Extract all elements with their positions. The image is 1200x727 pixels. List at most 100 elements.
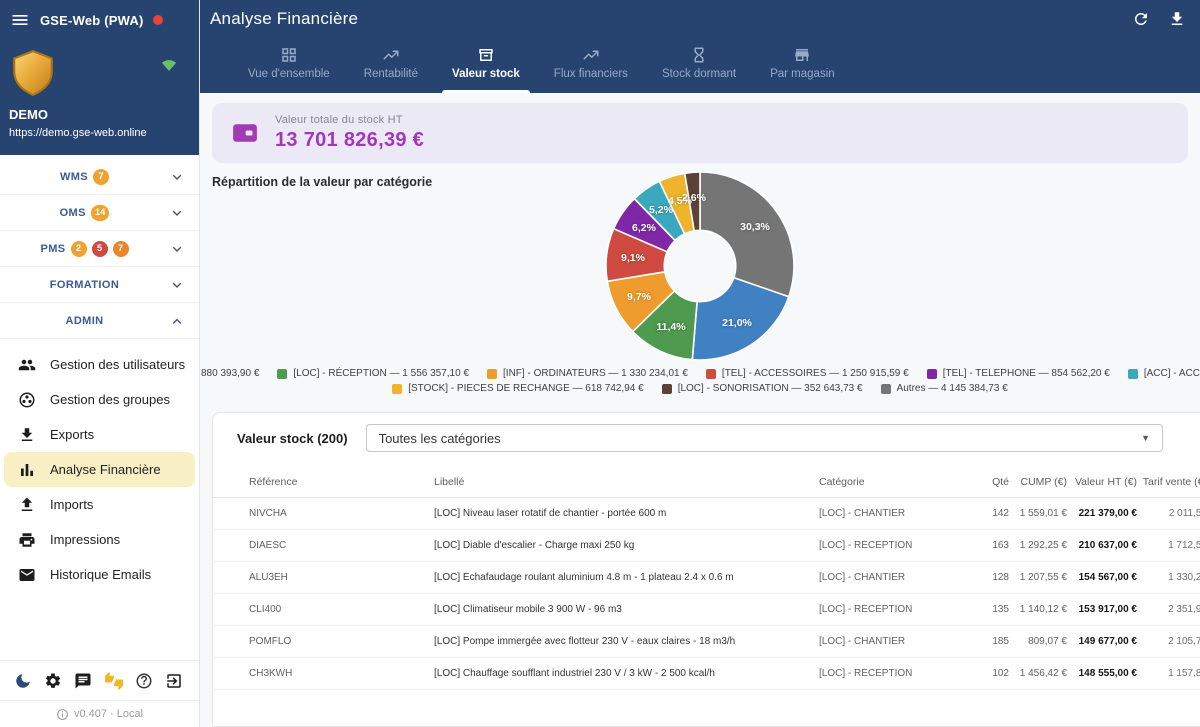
feedback-icon[interactable]	[74, 672, 92, 690]
barchart-icon	[18, 461, 36, 479]
votes-icon[interactable]	[105, 672, 123, 690]
sidebar-section-formation[interactable]: FORMATION	[0, 267, 199, 303]
column-header-valeur-ht: Valeur HT (€)	[1067, 476, 1137, 488]
cell-categorie: [LOC] - RÉCEPTION	[819, 540, 961, 551]
grid-icon	[280, 46, 298, 64]
sidebar-section-admin[interactable]: ADMIN	[0, 303, 199, 339]
legend-label: [STOCK] - PIECES DE RECHANGE — 618 742,9…	[408, 383, 643, 394]
dark-mode-icon[interactable]	[14, 672, 32, 690]
table-header-row: RéférenceLibelléCatégorieQtéCUMP (€)Vale…	[213, 462, 1200, 498]
column-header-categorie: Catégorie	[819, 476, 961, 488]
legend-swatch	[881, 384, 891, 394]
pie-slice-label: 9,7%	[627, 291, 651, 303]
sidebar-item-gestion-des-utilisateurs[interactable]: Gestion des utilisateurs	[4, 347, 195, 382]
table-row[interactable]: POMFLO[LOC] Pompe immergée avec flotteur…	[213, 626, 1200, 658]
table-row[interactable]: DIAESC[LOC] Diable d'escalier - Charge m…	[213, 530, 1200, 562]
help-icon[interactable]	[135, 672, 153, 690]
cell-ref: NIVCHA	[249, 508, 434, 519]
tab-rentabilite[interactable]: Rentabilité	[354, 44, 428, 93]
table-row[interactable]: CH3KWH[LOC] Chauffage soufflant industri…	[213, 658, 1200, 690]
column-header-cump: CUMP (€)	[1009, 476, 1067, 488]
table-body: NIVCHA[LOC] Niveau laser rotatif de chan…	[213, 498, 1200, 726]
tab-vue-d-ensemble[interactable]: Vue d'ensemble	[238, 44, 340, 93]
legend-item: [TEL] - ACCESSOIRES — 1 250 915,59 €	[706, 368, 909, 379]
sidebar-item-gestion-des-groupes[interactable]: Gestion des groupes	[4, 382, 195, 417]
brand-title: GSE-Web (PWA)	[40, 13, 143, 28]
sidebar-item-label: Imports	[50, 497, 93, 512]
cell-qte: 128	[961, 572, 1009, 583]
pie-slice-label: 11,4%	[656, 321, 685, 333]
tab-active-indicator	[652, 90, 746, 93]
legend-label: [TEL] - TELEPHONE — 854 562,20 €	[943, 368, 1110, 379]
sidebar-sections: WMS7OMS14PMS257 FORMATION ADMIN	[0, 155, 199, 339]
sidebar-section-pms[interactable]: PMS257	[0, 231, 199, 267]
refresh-icon[interactable]	[1132, 10, 1150, 28]
pie-slice-label: 9,1%	[621, 252, 645, 264]
tab-label: Rentabilité	[364, 68, 418, 80]
legend-item: [ACC] - ACCESSOIRES — 712 592,18 €	[1128, 368, 1200, 379]
sidebar-header: GSE-Web (PWA) DEMO https://demo.gse-web.…	[0, 0, 199, 155]
cell-ref: ALU3EH	[249, 572, 434, 583]
cell-tarif: 2 105,73	[1137, 636, 1200, 647]
sidebar-item-label: Impressions	[50, 532, 120, 547]
menu-icon[interactable]	[10, 10, 30, 30]
cell-categorie: [LOC] - CHANTIER	[819, 508, 961, 519]
settings-icon[interactable]	[44, 672, 62, 690]
tab-par-magasin[interactable]: Par magasin	[760, 44, 845, 93]
people-icon	[18, 356, 36, 374]
sidebar-item-label: Gestion des utilisateurs	[50, 357, 185, 372]
notification-badge: 7	[93, 169, 109, 185]
version-row: v0.407 · Local	[0, 700, 199, 727]
cell-cump: 1 559,01 €	[1009, 508, 1067, 519]
column-header-libelle: Libellé	[434, 476, 819, 488]
section-label: FORMATION	[50, 279, 119, 291]
sidebar-section-wms[interactable]: WMS7	[0, 159, 199, 195]
tab-label: Par magasin	[770, 68, 835, 80]
sidebar-item-historique-emails[interactable]: Historique Emails	[4, 557, 195, 592]
cell-valeur_ht: 149 677,00 €	[1067, 636, 1137, 647]
sidebar-item-imports[interactable]: Imports	[4, 487, 195, 522]
cell-ref: POMFLO	[249, 636, 434, 647]
logout-icon[interactable]	[165, 672, 183, 690]
sidebar-section-oms[interactable]: OMS14	[0, 195, 199, 231]
cell-categorie: [LOC] - CHANTIER	[819, 572, 961, 583]
cell-ref: CH3KWH	[249, 668, 434, 679]
cell-qte: 142	[961, 508, 1009, 519]
tab-valeur-stock[interactable]: Valeur stock	[442, 44, 530, 93]
cell-cump: 1 456,42 €	[1009, 668, 1067, 679]
cell-libelle: [LOC] Diable d'escalier - Charge maxi 25…	[434, 540, 819, 551]
legend-label: [LOC] - RÉCEPTION — 1 556 357,10 €	[293, 368, 469, 379]
category-select[interactable]: Toutes les catégories ▼	[366, 424, 1163, 452]
table-row[interactable]: ALU3EH[LOC] Échafaudage roulant aluminiu…	[213, 562, 1200, 594]
sidebar-item-label: Exports	[50, 427, 94, 442]
sidebar-item-exports[interactable]: Exports	[4, 417, 195, 452]
table-row[interactable]: CLI400[LOC] Climatiseur mobile 3 900 W -…	[213, 594, 1200, 626]
main-header: Analyse Financière Vue d'ensembleRentabi…	[200, 0, 1200, 93]
legend-label: [LOC] - CHANTIER — 2 880 393,90 €	[200, 368, 259, 379]
stock-total-label: Valeur totale du stock HT	[275, 114, 424, 126]
chevron-down-icon	[169, 277, 185, 293]
tab-flux-financiers[interactable]: Flux financiers	[544, 44, 638, 93]
chevron-down-icon	[169, 205, 185, 221]
tab-stock-dormant[interactable]: Stock dormant	[652, 44, 746, 93]
environment-url: https://demo.gse-web.online	[9, 127, 147, 139]
section-label: PMS	[40, 243, 65, 255]
notification-badge: 7	[113, 241, 129, 257]
legend-swatch	[706, 369, 716, 379]
sidebar-item-analyse-financiere[interactable]: Analyse Financière	[4, 452, 195, 487]
cell-qte: 102	[961, 668, 1009, 679]
cell-ref: CLI400	[249, 604, 434, 615]
download-icon[interactable]	[1168, 10, 1186, 28]
sidebar-item-impressions[interactable]: Impressions	[4, 522, 195, 557]
cell-libelle: [LOC] Niveau laser rotatif de chantier -…	[434, 508, 819, 519]
cell-libelle: [LOC] Échafaudage roulant aluminium 4.8 …	[434, 572, 819, 583]
section-label: ADMIN	[65, 315, 103, 327]
wifi-icon	[159, 55, 179, 75]
legend-item: [STOCK] - PIECES DE RECHANGE — 618 742,9…	[392, 383, 643, 394]
cell-categorie: [LOC] - CHANTIER	[819, 636, 961, 647]
table-row[interactable]: NIVCHA[LOC] Niveau laser rotatif de chan…	[213, 498, 1200, 530]
cell-libelle: [LOC] Chauffage soufflant industriel 230…	[434, 668, 819, 679]
cell-libelle: [LOC] Climatiseur mobile 3 900 W - 96 m3	[434, 604, 819, 615]
legend-swatch	[1128, 369, 1138, 379]
cell-tarif: 2 011,59	[1137, 508, 1200, 519]
